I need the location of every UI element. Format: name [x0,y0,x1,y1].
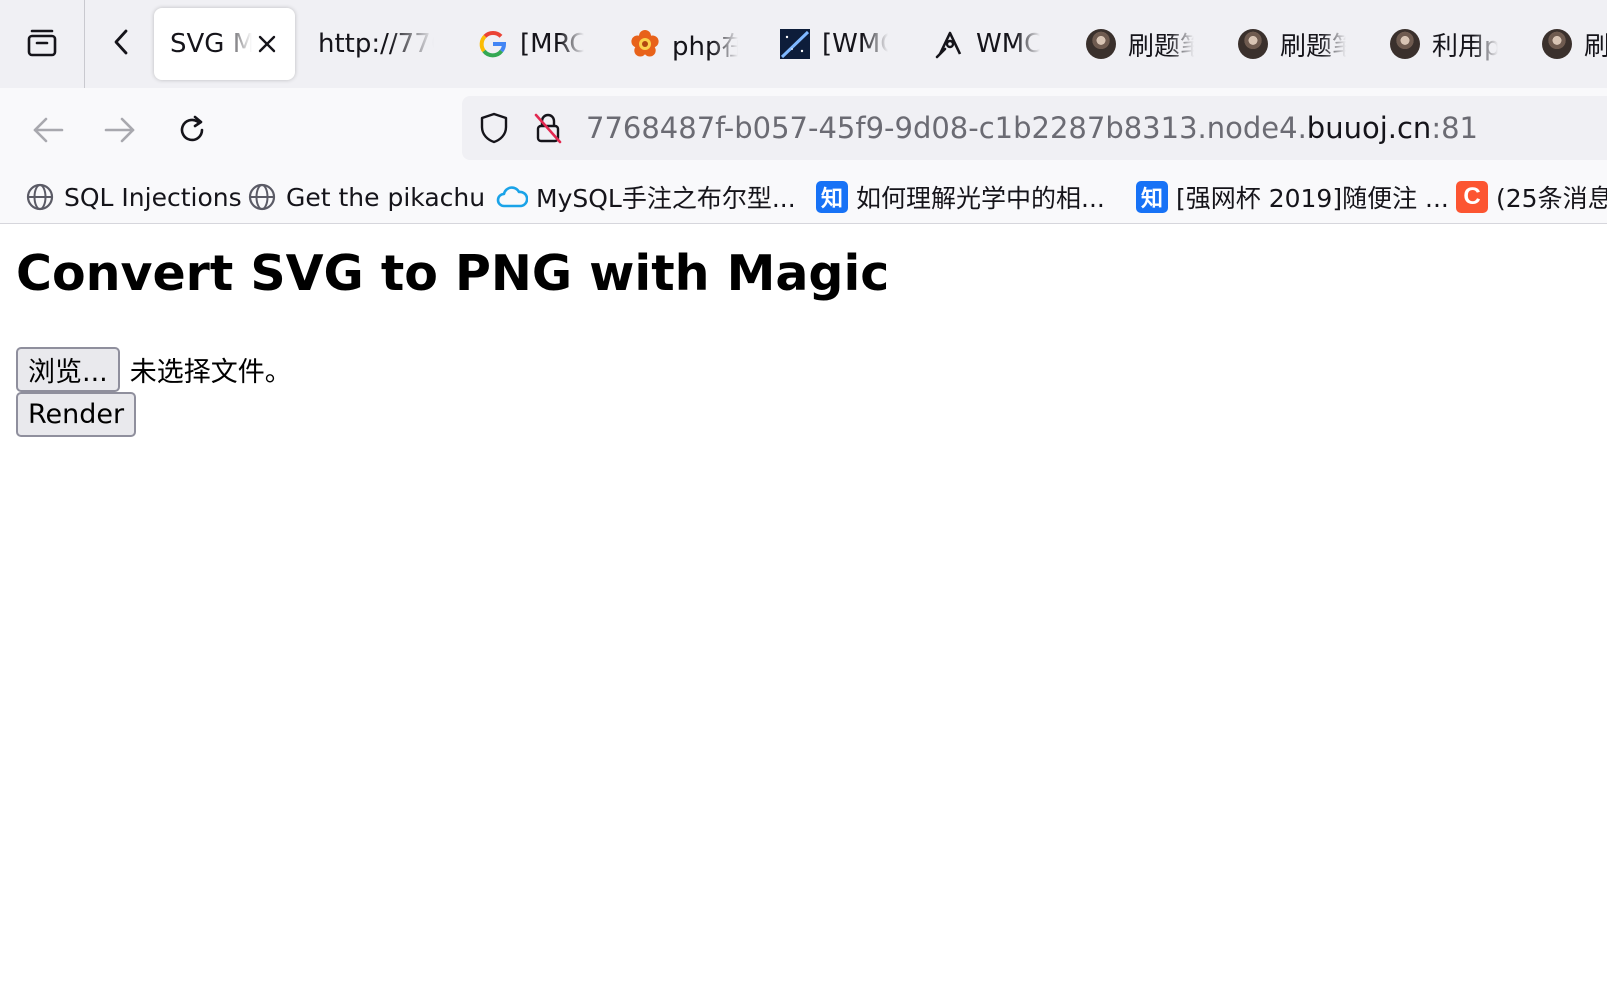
space-image-icon [780,29,810,59]
arrow-left-icon [33,117,64,143]
tab-svg-magic[interactable]: SVG Ma [154,8,295,80]
file-status-text: 未选择文件。 [129,357,292,388]
bookmark-get-the-pikachu[interactable]: Get the pikachu [246,178,485,216]
browse-button[interactable]: 浏览... [16,347,120,392]
forward-button[interactable] [98,108,142,152]
url-text[interactable]: 7768487f-b057-45f9-9d08-c1b2287b8313.nod… [586,110,1478,146]
tab-notes-2[interactable]: 刷题笔 [1238,8,1360,80]
bookmark-optics[interactable]: 知 如何理解光学中的相... [816,178,1105,216]
pen-icon [934,29,964,59]
bookmark-label: SQL Injections [64,182,242,212]
tab-use-p[interactable]: 利用p [1390,8,1512,80]
navigation-toolbar: 7768487f-b057-45f9-9d08-c1b2287b8313.nod… [0,88,1607,172]
tab-notes-1[interactable]: 刷题笔 [1086,8,1208,80]
url-prefix: 7768487f-b057-45f9-9d08-c1b2287b8313.nod… [586,111,1307,145]
tab-label: http://776 [318,29,434,59]
tab-label: [MRC [520,29,584,59]
tab-wmc-2[interactable]: WMC [934,8,1056,80]
zhihu-icon: 知 [1136,181,1168,213]
tab-label: [WMC [822,29,888,59]
bookmark-label: (25条消息 [1496,184,1607,213]
url-bar[interactable]: 7768487f-b057-45f9-9d08-c1b2287b8313.nod… [462,96,1607,160]
bookmarks-toolbar: SQL Injections Get the pikachu MySQL手注之布… [0,172,1607,224]
bookmark-label: MySQL手注之布尔型... [536,184,796,213]
tab-list-button[interactable] [0,0,84,88]
tab-strip-divider [84,0,85,88]
tab-php[interactable]: php在 [630,8,752,80]
bookmark-qwb-2019[interactable]: 知 [强网杯 2019]随便注 ... [1136,178,1449,216]
tab-label: SVG Ma [170,29,252,59]
flower-icon [630,29,660,59]
tab-mrc[interactable]: [MRC [478,8,598,80]
cloud-icon [496,181,528,213]
tracking-protection-shield-icon[interactable] [476,110,512,146]
tab-label: 刷题笔 [1280,31,1346,62]
url-host: buuoj.cn [1306,111,1432,145]
tab-label: 刷题笔 [1128,31,1194,62]
close-tab-button[interactable] [251,28,283,60]
csdn-icon: C [1456,181,1488,213]
zhihu-icon: 知 [816,181,848,213]
insecure-lock-icon[interactable] [530,110,566,146]
bookmark-label: [强网杯 2019]随便注 ... [1176,184,1449,213]
tab-label: WMC [976,29,1040,59]
avatar-icon [1390,29,1420,59]
page-title: Convert SVG to PNG with Magic [16,245,890,302]
avatar-icon [1238,29,1268,59]
bookmark-sql-injections[interactable]: SQL Injections [24,178,242,216]
tab-notes-3[interactable]: 刷 [1542,8,1607,80]
file-input[interactable]: 浏览... 未选择文件。 [16,347,292,392]
bookmark-mysql[interactable]: MySQL手注之布尔型... [496,178,796,216]
chevron-left-icon [110,27,134,61]
bookmark-label: Get the pikachu [286,182,486,212]
reload-icon [180,115,204,142]
avatar-icon [1542,29,1572,59]
render-button[interactable]: Render [16,392,137,437]
close-icon [258,35,276,53]
url-port: :81 [1431,111,1478,145]
tab-http[interactable]: http://776 [318,8,438,80]
bookmark-label: 如何理解光学中的相... [856,184,1105,213]
back-button[interactable] [26,108,70,152]
avatar-icon [1086,29,1116,59]
tab-label: php在 [672,31,738,62]
bookmark-csdn[interactable]: C (25条消息 [1456,178,1607,216]
tab-overview-icon [25,25,59,63]
tab-label: 利用p [1432,31,1498,62]
tab-wmc-1[interactable]: [WMC [780,8,902,80]
reload-button[interactable] [170,108,214,152]
globe-icon [24,181,56,213]
page-content: Convert SVG to PNG with Magic 浏览... 未选择文… [0,225,1607,993]
globe-icon [246,181,278,213]
tab-label: 刷 [1584,31,1607,62]
scroll-tabs-left-button[interactable] [102,24,142,64]
google-icon [478,29,508,59]
tab-strip: SVG Ma http://776 [MRC php在 [0,0,1607,88]
arrow-right-icon [104,117,135,143]
